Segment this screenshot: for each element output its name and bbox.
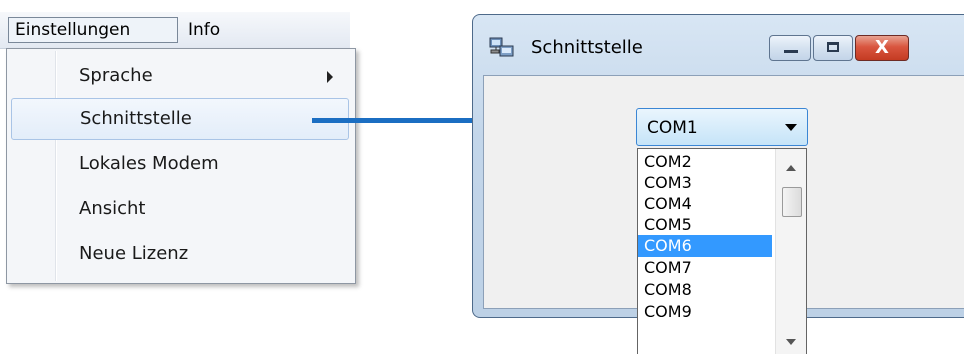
settings-dropdown-menu: Sprache Schnittstelle Lokales Modem Ansi… (6, 48, 356, 284)
close-button[interactable]: X (855, 35, 909, 61)
list-item-com8[interactable]: COM8 (638, 279, 772, 301)
com-port-combobox[interactable]: COM1 (636, 108, 808, 146)
menu-item-ansicht[interactable]: Ansicht (11, 188, 349, 230)
list-item-com2[interactable]: COM2 (638, 151, 772, 173)
window-title: Schnittstelle (531, 37, 643, 58)
menu-item-sprache[interactable]: Sprache (11, 55, 349, 97)
scroll-down-icon[interactable] (786, 339, 796, 345)
list-item-com4[interactable]: COM4 (638, 193, 772, 215)
menu-item-label: Ansicht (79, 198, 146, 219)
maximize-button[interactable] (813, 35, 853, 61)
menu-item-label: Lokales Modem (79, 153, 219, 174)
com-port-list: COM2 COM3 COM4 COM5 COM6 COM7 COM8 COM9 (637, 148, 807, 354)
menu-item-label: Neue Lizenz (79, 243, 189, 264)
menu-bar: Einstellungen Info (0, 12, 350, 49)
scroll-up-icon[interactable] (786, 165, 796, 171)
network-computer-icon (489, 37, 514, 57)
menu-item-label: Sprache (79, 65, 153, 86)
close-icon: X (875, 37, 889, 58)
list-scrollbar[interactable] (775, 149, 806, 354)
menu-item-neue-lizenz[interactable]: Neue Lizenz (11, 233, 349, 275)
list-item-com9[interactable]: COM9 (638, 301, 772, 323)
list-item-com5[interactable]: COM5 (638, 214, 772, 236)
list-item-com7[interactable]: COM7 (638, 257, 772, 279)
scroll-thumb[interactable] (782, 187, 802, 217)
menu-item-label: Schnittstelle (80, 108, 192, 129)
combo-selected-value: COM1 (647, 118, 698, 138)
menu-item-lokales-modem[interactable]: Lokales Modem (11, 143, 349, 185)
list-item-com6[interactable]: COM6 (638, 235, 772, 257)
menu-info[interactable]: Info (182, 17, 226, 43)
minimize-button[interactable] (769, 35, 811, 61)
minimize-icon (784, 50, 798, 53)
menu-einstellungen[interactable]: Einstellungen (8, 17, 178, 43)
menu-item-schnittstelle[interactable]: Schnittstelle (11, 98, 349, 140)
submenu-arrow-icon (327, 71, 333, 83)
chevron-down-icon[interactable] (785, 124, 797, 131)
maximize-icon (827, 42, 839, 52)
list-item-com3[interactable]: COM3 (638, 172, 772, 194)
